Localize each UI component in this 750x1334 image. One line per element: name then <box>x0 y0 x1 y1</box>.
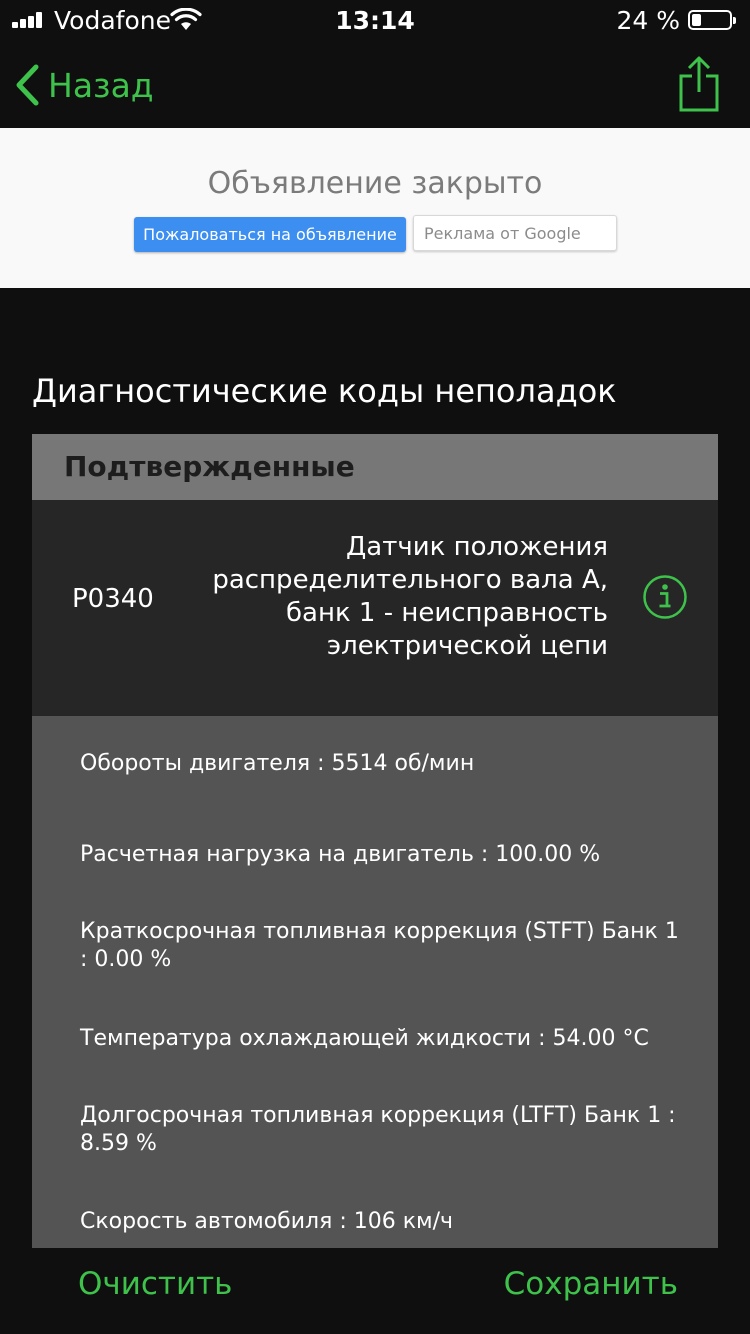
ad-banner: Объявление закрыто Пожаловаться на объяв… <box>0 128 750 288</box>
card-header: Подтвержденные <box>32 434 718 500</box>
report-ad-button[interactable]: Пожаловаться на объявление <box>134 217 406 252</box>
dtc-description: Датчик положения распределительного вала… <box>212 532 608 661</box>
dtc-code: P0340 <box>72 584 154 614</box>
clear-button[interactable]: Очистить <box>78 1266 232 1302</box>
battery-icon <box>688 10 736 30</box>
list-item: Долгосрочная топливная коррекция (LTFT) … <box>80 1103 676 1156</box>
ad-closed-title: Объявление закрыто <box>207 166 543 201</box>
back-button-label: Назад <box>48 65 154 105</box>
dtc-card: Подтвержденные P0340 Датчик положения ра… <box>32 434 718 1248</box>
ads-by-google-label[interactable]: Реклама от Google <box>413 215 617 251</box>
battery-percent: 24 % <box>616 6 680 35</box>
page-title: Диагностические коды неполадок <box>32 372 617 410</box>
list-item: Обороты двигателя : 5514 об/мин <box>80 751 475 776</box>
list-item: Скорость автомобиля : 106 км/ч <box>80 1209 454 1234</box>
status-bar: Vodafone 13:14 24 % <box>0 0 750 40</box>
list-item: Краткосрочная топливная коррекция (STFT)… <box>80 919 679 972</box>
confirmed-header-label: Подтвержденные <box>64 450 355 483</box>
list-item: Расчетная нагрузка на двигатель : 100.00… <box>80 842 601 867</box>
info-icon[interactable] <box>642 574 688 620</box>
dtc-code-row[interactable]: P0340 Датчик положения распределительног… <box>32 500 718 716</box>
chevron-left-icon <box>16 64 39 106</box>
list-item: Температура охлаждающей жидкости : 54.00… <box>80 1026 649 1051</box>
save-button[interactable]: Сохранить <box>504 1266 678 1302</box>
nav-bar: Назад <box>0 40 750 128</box>
share-icon[interactable] <box>678 56 720 112</box>
back-button[interactable]: Назад <box>14 58 154 112</box>
